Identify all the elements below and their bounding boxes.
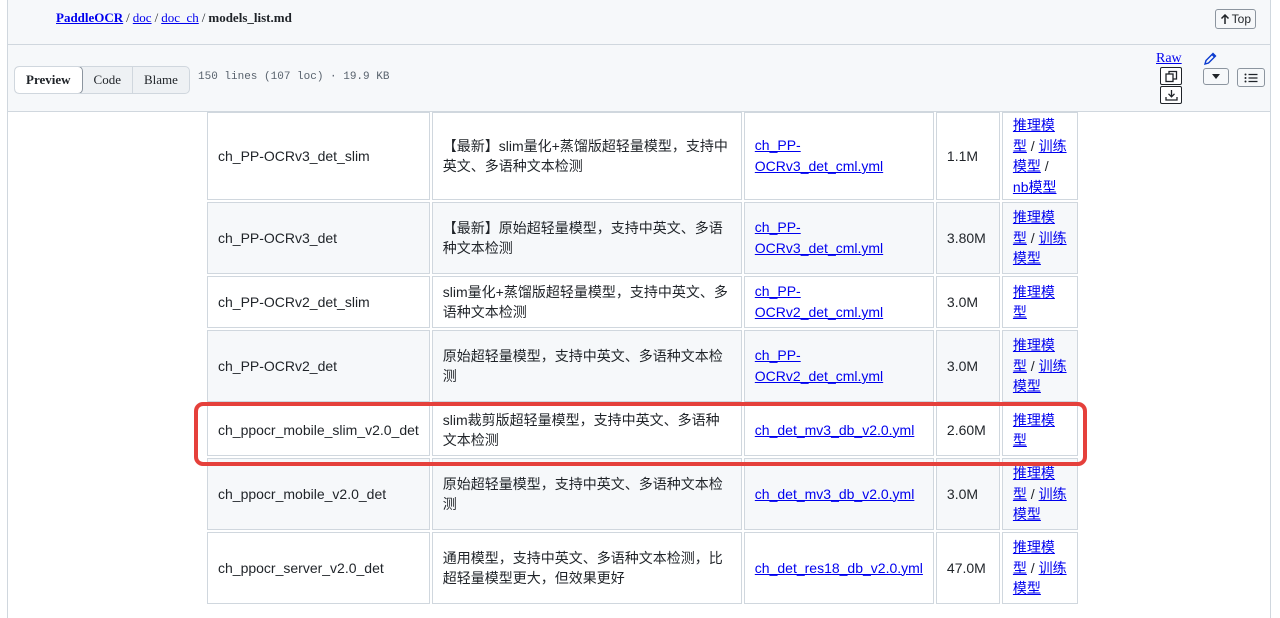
config-link[interactable]: ch_PP-OCRv2_det_cml.yml (755, 283, 883, 320)
inference-model-link[interactable]: 推理模型 (1013, 284, 1055, 321)
breadcrumb-bar: PaddleOCR / doc / doc_ch / models_list.md Top (8, 0, 1270, 45)
download-cell: 推理模型 / 训练模型 (1001, 202, 1078, 274)
config-cell: ch_PP-OCRv2_det_cml.yml (743, 330, 934, 402)
arrow-up-icon (1220, 13, 1229, 24)
download-button[interactable] (1160, 86, 1182, 104)
model-description-cell: 通用模型，支持中英文、多语种文本检测，比超轻量模型更大，但效果更好 (431, 532, 742, 604)
download-cell: 推理模型 (1001, 276, 1078, 328)
config-cell: ch_PP-OCRv3_det_cml.yml (743, 202, 934, 274)
tab-code[interactable]: Code (83, 67, 132, 93)
size-cell: 47.0M (935, 532, 1000, 604)
raw-link[interactable]: Raw (1156, 51, 1182, 67)
breadcrumb-file-name: models_list.md (208, 10, 292, 25)
table-row: ch_PP-OCRv2_det_slim slim量化+蒸馏版超轻量模型，支持中… (207, 276, 1078, 328)
top-button[interactable]: Top (1214, 9, 1256, 29)
top-button-label: Top (1231, 12, 1251, 26)
download-cell: 推理模型 / 训练模型 (1001, 458, 1078, 530)
config-cell: ch_PP-OCRv2_det_cml.yml (743, 276, 934, 328)
config-link[interactable]: ch_PP-OCRv3_det_cml.yml (755, 137, 883, 174)
model-name-cell: ch_PP-OCRv3_det (207, 202, 430, 274)
models-table: ch_PP-OCRv3_det_slim 【最新】slim量化+蒸馏版超轻量模型… (205, 110, 1080, 606)
model-name-cell: ch_PP-OCRv3_det_slim (207, 112, 430, 200)
tab-blame[interactable]: Blame (131, 67, 189, 93)
table-row: ch_PP-OCRv3_det_slim 【最新】slim量化+蒸馏版超轻量模型… (207, 112, 1078, 200)
pencil-icon[interactable] (1202, 51, 1218, 67)
config-cell: ch_det_res18_db_v2.0.yml (743, 532, 934, 604)
download-cell: 推理模型 / 训练模型 (1001, 532, 1078, 604)
size-cell: 3.0M (935, 276, 1000, 328)
list-unordered-icon (1244, 73, 1258, 82)
file-meta: 150 lines (107 loc) · 19.9 KB (198, 71, 390, 83)
breadcrumb-repo-link[interactable]: PaddleOCR (56, 10, 123, 25)
model-name-cell: ch_PP-OCRv2_det_slim (207, 276, 430, 328)
triangle-down-icon (1212, 74, 1220, 79)
config-link[interactable]: ch_PP-OCRv3_det_cml.yml (755, 219, 883, 256)
model-name-cell: ch_ppocr_server_v2.0_det (207, 532, 430, 604)
size-cell: 3.0M (935, 458, 1000, 530)
download-icon (1164, 90, 1178, 101)
size-cell: 3.0M (935, 330, 1000, 402)
model-description-cell: 原始超轻量模型，支持中英文、多语种文本检测 (431, 330, 742, 402)
nb-model-link[interactable]: nb模型 (1013, 179, 1057, 195)
config-cell: ch_PP-OCRv3_det_cml.yml (743, 112, 934, 200)
breadcrumb: PaddleOCR / doc / doc_ch / models_list.md (56, 10, 292, 25)
config-link[interactable]: ch_det_mv3_db_v2.0.yml (755, 486, 915, 502)
table-row: ch_PP-OCRv3_det 【最新】原始超轻量模型，支持中英文、多语种文本检… (207, 202, 1078, 274)
model-description-cell: 原始超轻量模型，支持中英文、多语种文本检测 (431, 458, 742, 530)
table-row: ch_ppocr_server_v2.0_det 通用模型，支持中英文、多语种文… (207, 532, 1078, 604)
download-cell: 推理模型 / 训练模型 / nb模型 (1001, 112, 1078, 200)
model-description-cell: 【最新】原始超轻量模型，支持中英文、多语种文本检测 (431, 202, 742, 274)
breadcrumb-doc-ch-link[interactable]: doc_ch (161, 10, 199, 25)
highlight-box (194, 402, 1087, 466)
model-name-cell: ch_ppocr_mobile_v2.0_det (207, 458, 430, 530)
model-description-cell: slim量化+蒸馏版超轻量模型，支持中英文、多语种文本检测 (431, 276, 742, 328)
copy-icon (1164, 70, 1177, 82)
size-cell: 3.80M (935, 202, 1000, 274)
config-link[interactable]: ch_PP-OCRv2_det_cml.yml (755, 347, 883, 384)
download-cell: 推理模型 / 训练模型 (1001, 330, 1078, 402)
model-name-cell: ch_PP-OCRv2_det (207, 330, 430, 402)
view-mode-tabs: Preview Code Blame (14, 66, 190, 94)
config-cell: ch_det_mv3_db_v2.0.yml (743, 458, 934, 530)
more-options-button[interactable] (1203, 68, 1229, 85)
table-row: ch_ppocr_mobile_v2.0_det 原始超轻量模型，支持中英文、多… (207, 458, 1078, 530)
config-link[interactable]: ch_det_res18_db_v2.0.yml (755, 560, 923, 576)
table-row: ch_PP-OCRv2_det 原始超轻量模型，支持中英文、多语种文本检测 ch… (207, 330, 1078, 402)
breadcrumb-doc-link[interactable]: doc (133, 10, 152, 25)
file-toolbar: Preview Code Blame 150 lines (107 loc) ·… (8, 45, 1270, 112)
size-cell: 1.1M (935, 112, 1000, 200)
outline-button[interactable] (1237, 68, 1265, 87)
copy-raw-button[interactable] (1160, 67, 1182, 85)
tab-preview[interactable]: Preview (14, 67, 83, 93)
model-description-cell: 【最新】slim量化+蒸馏版超轻量模型，支持中英文、多语种文本检测 (431, 112, 742, 200)
